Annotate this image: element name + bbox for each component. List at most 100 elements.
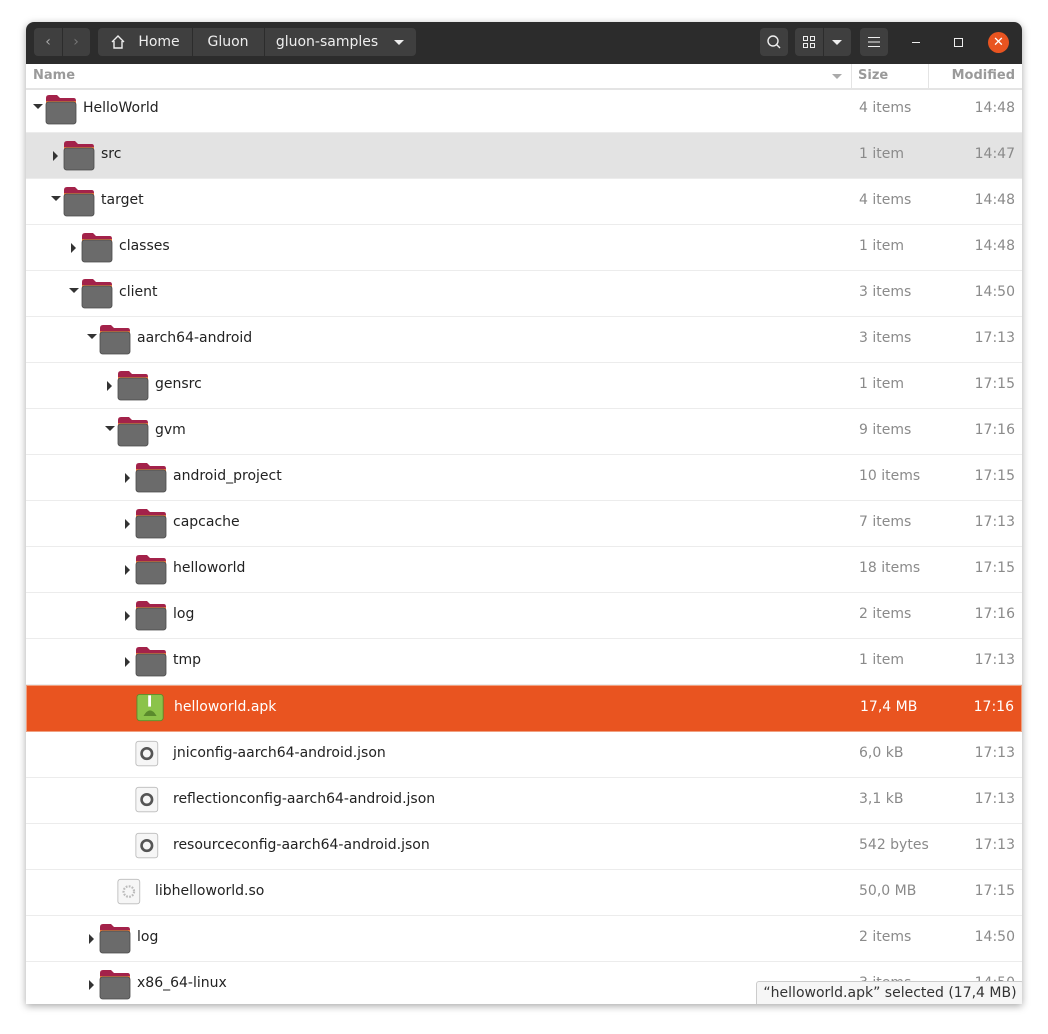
expander-closed-icon[interactable]	[125, 611, 130, 621]
file-modified: 17:15	[974, 883, 1015, 899]
breadcrumb-label: Gluon	[207, 34, 249, 50]
expander-closed-icon[interactable]	[125, 519, 130, 529]
list-item[interactable]: gvm 9 items 17:16	[26, 409, 1022, 455]
file-name: log	[173, 606, 195, 622]
expander-open-icon[interactable]	[69, 288, 79, 293]
file-name: HelloWorld	[83, 100, 159, 116]
search-button[interactable]	[760, 28, 788, 56]
file-name: gvm	[155, 422, 186, 438]
folder-icon	[117, 370, 149, 401]
list-item[interactable]: target 4 items 14:48	[26, 179, 1022, 225]
expander-open-icon[interactable]	[33, 104, 43, 109]
column-name[interactable]: Name	[33, 68, 75, 83]
list-item[interactable]: gensrc 1 item 17:15	[26, 363, 1022, 409]
expander-open-icon[interactable]	[87, 334, 97, 339]
list-item[interactable]: src 1 item 14:47	[26, 133, 1022, 179]
breadcrumb-gluon[interactable]: Gluon	[192, 28, 265, 56]
file-size: 18 items	[859, 560, 921, 576]
expander-closed-icon[interactable]	[125, 657, 130, 667]
list-item[interactable]: reflectionconfig-aarch64-android.json 3,1…	[26, 778, 1022, 824]
list-item[interactable]: classes 1 item 14:48	[26, 225, 1022, 271]
list-item[interactable]: capcache 7 items 17:13	[26, 501, 1022, 547]
search-icon	[767, 35, 781, 49]
file-name: target	[101, 192, 144, 208]
file-size: 4 items	[859, 192, 912, 208]
file-size: 3,1 kB	[859, 791, 904, 807]
folder-icon	[63, 186, 95, 217]
file-manager-window: ‹ › Home Gluon gluon-samples ✕ Name Size…	[26, 22, 1022, 1004]
expander-closed-icon[interactable]	[71, 243, 76, 253]
expander-open-icon[interactable]	[51, 196, 61, 201]
file-modified: 17:15	[974, 468, 1015, 484]
view-options-button[interactable]	[823, 28, 851, 56]
file-name: helloworld	[173, 560, 246, 576]
json-icon	[135, 739, 167, 770]
file-modified: 14:50	[974, 284, 1015, 300]
list-item[interactable]: tmp 1 item 17:13	[26, 639, 1022, 685]
list-item[interactable]: HelloWorld 4 items 14:48	[26, 87, 1022, 133]
list-item[interactable]: log 2 items 14:50	[26, 916, 1022, 962]
folder-icon	[99, 324, 131, 355]
file-modified: 17:16	[974, 606, 1015, 622]
grid-icon	[803, 36, 815, 48]
grid-view-button[interactable]	[795, 28, 824, 56]
forward-button[interactable]: ›	[62, 28, 90, 56]
sort-caret-icon	[832, 74, 842, 79]
file-name: tmp	[173, 652, 202, 668]
expander-closed-icon[interactable]	[53, 151, 58, 161]
file-modified: 14:48	[974, 238, 1015, 254]
file-name: log	[137, 929, 159, 945]
list-item[interactable]: client 3 items 14:50	[26, 271, 1022, 317]
expander-closed-icon[interactable]	[125, 473, 130, 483]
expander-closed-icon[interactable]	[107, 381, 112, 391]
file-name: resourceconfig-aarch64-android.json	[173, 837, 430, 853]
expander-closed-icon[interactable]	[125, 565, 130, 575]
maximize-button[interactable]	[954, 38, 963, 47]
folder-icon	[135, 462, 167, 493]
file-size: 542 bytes	[859, 837, 929, 853]
list-item[interactable]: aarch64-android 3 items 17:13	[26, 317, 1022, 363]
folder-icon	[81, 232, 113, 263]
list-item[interactable]: jniconfig-aarch64-android.json 6,0 kB 17:1…	[26, 732, 1022, 778]
folder-icon	[135, 646, 167, 677]
file-size: 17,4 MB	[860, 699, 918, 715]
menu-button[interactable]	[860, 28, 888, 56]
expander-open-icon[interactable]	[105, 426, 115, 431]
close-button[interactable]: ✕	[988, 32, 1009, 53]
file-modified: 14:47	[974, 146, 1015, 162]
list-item[interactable]: helloworld 18 items 17:15	[26, 547, 1022, 593]
list-item[interactable]: libhelloworld.so 50,0 MB 17:15	[26, 870, 1022, 916]
list-item[interactable]: helloworld.apk 17,4 MB 17:16	[26, 685, 1022, 732]
column-size[interactable]: Size	[858, 68, 888, 83]
folder-icon	[81, 278, 113, 309]
minimize-button[interactable]	[912, 42, 920, 43]
file-name: aarch64-android	[137, 330, 253, 346]
folder-icon	[63, 140, 95, 171]
file-list: HelloWorld 4 items 14:48 src 1 item 14:47 targ…	[26, 87, 1022, 1004]
nav-buttons: ‹ ›	[34, 28, 90, 56]
breadcrumb-label: gluon-samples	[275, 34, 379, 50]
file-size: 3 items	[859, 330, 912, 346]
list-item[interactable]: resourceconfig-aarch64-android.json 542 b…	[26, 824, 1022, 870]
expander-closed-icon[interactable]	[89, 934, 94, 944]
breadcrumb: Home Gluon gluon-samples	[98, 28, 416, 56]
header-bar: ‹ › Home Gluon gluon-samples ✕	[26, 22, 1022, 64]
column-modified[interactable]: Modified	[952, 68, 1015, 83]
list-item[interactable]: android_project 10 items 17:15	[26, 455, 1022, 501]
file-name: gensrc	[155, 376, 202, 392]
breadcrumb-home[interactable]: Home	[98, 28, 193, 56]
file-name: src	[101, 146, 122, 162]
view-buttons	[795, 28, 851, 56]
file-size: 3 items	[859, 284, 912, 300]
json-icon	[135, 831, 167, 862]
file-modified: 17:16	[973, 699, 1014, 715]
file-modified: 17:13	[974, 837, 1015, 853]
list-item[interactable]: log 2 items 17:16	[26, 593, 1022, 639]
file-modified: 17:13	[974, 330, 1015, 346]
back-button[interactable]: ‹	[34, 28, 63, 56]
file-size: 4 items	[859, 100, 912, 116]
file-modified: 14:50	[974, 929, 1015, 945]
breadcrumb-gluon-samples[interactable]: gluon-samples	[264, 28, 416, 56]
expander-closed-icon[interactable]	[89, 980, 94, 990]
file-name: libhelloworld.so	[155, 883, 265, 899]
